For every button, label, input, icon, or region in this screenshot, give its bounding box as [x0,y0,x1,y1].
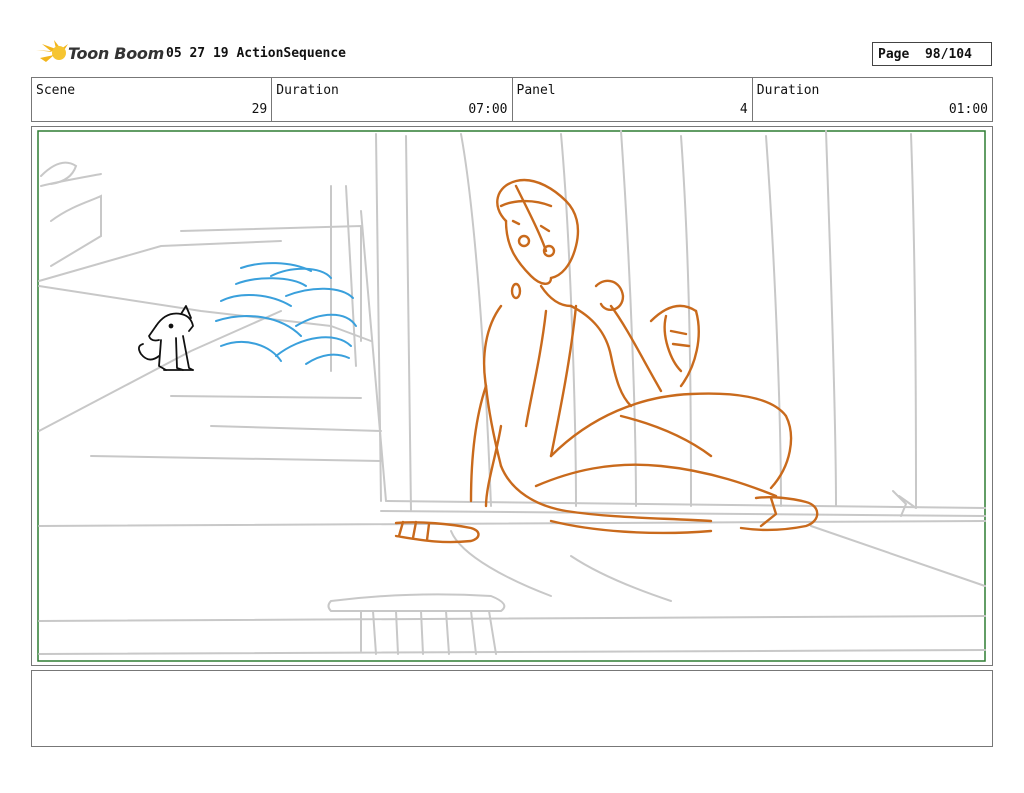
scene-duration-value: 07:00 [468,102,508,117]
panel-duration-cell: Duration 01:00 [753,78,992,121]
panel-cell: Panel 4 [513,78,753,121]
page-indicator: Page 98/104 [872,42,992,66]
logo-text: Toon Boom [68,44,164,63]
panel-duration-value: 01:00 [948,102,988,117]
panel-info-row: Scene 29 Duration 07:00 Panel 4 Duration… [31,77,993,122]
panel-value: 4 [739,102,748,117]
panel-label: Panel [516,83,556,98]
storyboard-drawing [37,130,986,662]
background-sketch [38,130,986,655]
character-sketch [394,178,819,544]
sequence-title: 05 27 19 ActionSequence [166,46,347,61]
scene-duration-cell: Duration 07:00 [272,78,513,121]
scene-duration-label: Duration [276,83,339,98]
panel-duration-label: Duration [756,83,820,98]
panel-notes-box[interactable] [31,670,993,747]
page-number: 98/104 [924,47,972,62]
scene-cell: Scene 29 [32,78,273,121]
page-label: Page [878,47,910,62]
dog-sketch [138,305,194,371]
dust-effect-sketch [215,262,357,365]
scene-label: Scene [36,83,76,98]
scene-value: 29 [251,102,268,117]
